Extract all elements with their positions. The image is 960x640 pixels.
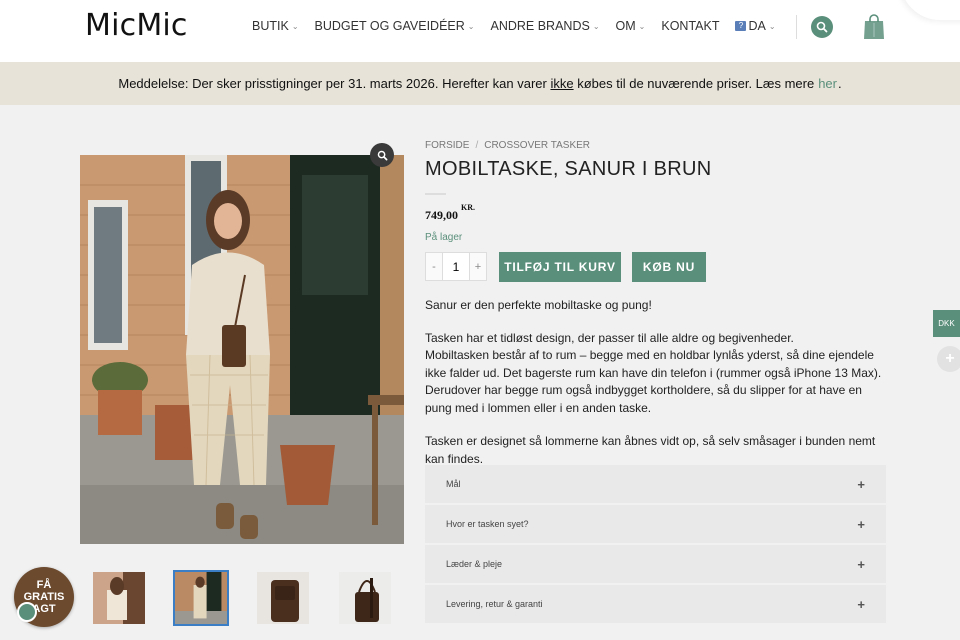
notice-text: Meddelelse: Der sker prisstigninger per … bbox=[118, 76, 547, 91]
header-corner-decoration bbox=[900, 0, 960, 20]
accordion-label: Levering, retur & garanti bbox=[446, 599, 543, 609]
description-closing: Tasken er designet så lommerne kan åbnes… bbox=[425, 434, 876, 466]
language-selector[interactable]: ? DA ⌄ bbox=[735, 19, 776, 33]
currency-switcher[interactable]: DKK bbox=[933, 310, 960, 337]
notice-text-middle: købes til de nuværende priser. Læs mere bbox=[577, 76, 815, 91]
accordion-item-leather-care[interactable]: Læder & pleje + bbox=[425, 545, 886, 583]
product-accordion: Mål + Hvor er tasken syet? + Læder & pleje… bbox=[425, 465, 886, 625]
notice-read-more-link[interactable]: her bbox=[818, 76, 837, 91]
nav-label: ANDRE BRANDS bbox=[490, 19, 590, 33]
zoom-icon bbox=[377, 150, 387, 160]
badge-line-2: GRATIS bbox=[23, 591, 65, 603]
product-photo bbox=[80, 155, 404, 544]
price-currency: KR. bbox=[461, 203, 475, 212]
accordion-label: Læder & pleje bbox=[446, 559, 503, 569]
accordion-label: Mål bbox=[446, 479, 461, 489]
zoom-button[interactable] bbox=[370, 143, 394, 167]
accordion-item-delivery[interactable]: Levering, retur & garanti + bbox=[425, 585, 886, 623]
badge-line-1: FÅ bbox=[36, 579, 52, 591]
product-title: MOBILTASKE, SANUR I BRUN bbox=[425, 158, 712, 180]
nav-divider bbox=[796, 15, 797, 39]
side-plus-button[interactable]: + bbox=[937, 346, 960, 372]
nav-item-butik[interactable]: BUTIK ⌄ bbox=[252, 19, 299, 33]
chevron-down-icon: ⌄ bbox=[592, 21, 600, 31]
accordion-item-origin[interactable]: Hvor er tasken syet? + bbox=[425, 505, 886, 543]
add-to-cart-button[interactable]: TILFØJ TIL KURV bbox=[499, 252, 621, 282]
description-details: Mobiltasken består af to rum – begge med… bbox=[425, 348, 882, 415]
product-price: 749,00KR. bbox=[425, 203, 475, 223]
notice-suffix: . bbox=[838, 76, 842, 91]
plus-icon: + bbox=[857, 476, 865, 492]
nav-item-budget[interactable]: BUDGET OG GAVEIDÉER ⌄ bbox=[315, 19, 475, 33]
quantity-decrease-button[interactable]: - bbox=[426, 253, 442, 280]
description-intro: Sanur er den perfekte mobiltaske og pung… bbox=[425, 298, 652, 312]
quantity-stepper: - + bbox=[425, 252, 487, 281]
thumbnail-3[interactable] bbox=[255, 570, 311, 626]
quantity-increase-button[interactable]: + bbox=[470, 253, 486, 280]
site-header: MicMic BUTIK ⌄ BUDGET OG GAVEIDÉER ⌄ ANDRE… bbox=[0, 0, 960, 62]
nav-label: KONTAKT bbox=[661, 19, 720, 33]
plus-icon: + bbox=[857, 596, 865, 612]
breadcrumb-category-link[interactable]: CROSSOVER TASKER bbox=[484, 140, 590, 151]
flag-icon: ? bbox=[735, 21, 747, 31]
title-divider bbox=[425, 193, 446, 195]
notice-bar: Meddelelse: Der sker prisstigninger per … bbox=[0, 62, 960, 105]
nav-item-om[interactable]: OM ⌄ bbox=[616, 19, 646, 33]
thumbnail-4[interactable] bbox=[337, 570, 393, 626]
main-nav: BUTIK ⌄ BUDGET OG GAVEIDÉER ⌄ ANDRE BRANDS… bbox=[252, 19, 792, 33]
buy-now-button[interactable]: KØB NU bbox=[632, 252, 706, 282]
chevron-down-icon: ⌄ bbox=[638, 21, 646, 31]
language-label: DA bbox=[748, 19, 766, 33]
stock-status: På lager bbox=[425, 232, 463, 243]
plus-icon: + bbox=[857, 556, 865, 572]
thumbnail-2[interactable] bbox=[173, 570, 229, 626]
thumbnail-strip bbox=[91, 570, 419, 626]
nav-item-kontakt[interactable]: KONTAKT bbox=[661, 19, 719, 33]
price-value: 749,00 bbox=[425, 208, 458, 222]
chevron-down-icon: ⌄ bbox=[291, 21, 299, 31]
nav-label: BUDGET OG GAVEIDÉER bbox=[314, 19, 465, 33]
shopping-bag-icon[interactable] bbox=[862, 13, 886, 40]
breadcrumb: FORSIDE / CROSSOVER TASKER bbox=[425, 140, 590, 151]
site-logo[interactable]: MicMic bbox=[85, 8, 188, 43]
accordion-label: Hvor er tasken syet? bbox=[446, 519, 529, 529]
accordion-item-maal[interactable]: Mål + bbox=[425, 465, 886, 503]
nav-item-andre-brands[interactable]: ANDRE BRANDS ⌄ bbox=[490, 19, 599, 33]
breadcrumb-home-link[interactable]: FORSIDE bbox=[425, 140, 469, 151]
search-button[interactable] bbox=[811, 16, 833, 38]
breadcrumb-separator: / bbox=[475, 140, 479, 151]
thumbnail-1[interactable] bbox=[91, 570, 147, 626]
nav-label: OM bbox=[615, 19, 636, 33]
quantity-input[interactable] bbox=[442, 253, 470, 280]
description-line: Tasken har et tidløst design, der passer… bbox=[425, 331, 794, 345]
plus-icon: + bbox=[857, 516, 865, 532]
notice-emphasis: ikke bbox=[550, 76, 574, 91]
search-icon bbox=[816, 21, 828, 33]
chevron-down-icon: ⌄ bbox=[467, 21, 475, 31]
cookie-icon[interactable] bbox=[17, 602, 37, 622]
chevron-down-icon: ⌄ bbox=[768, 21, 776, 31]
product-main-image[interactable] bbox=[80, 155, 404, 544]
nav-label: BUTIK bbox=[252, 19, 289, 33]
